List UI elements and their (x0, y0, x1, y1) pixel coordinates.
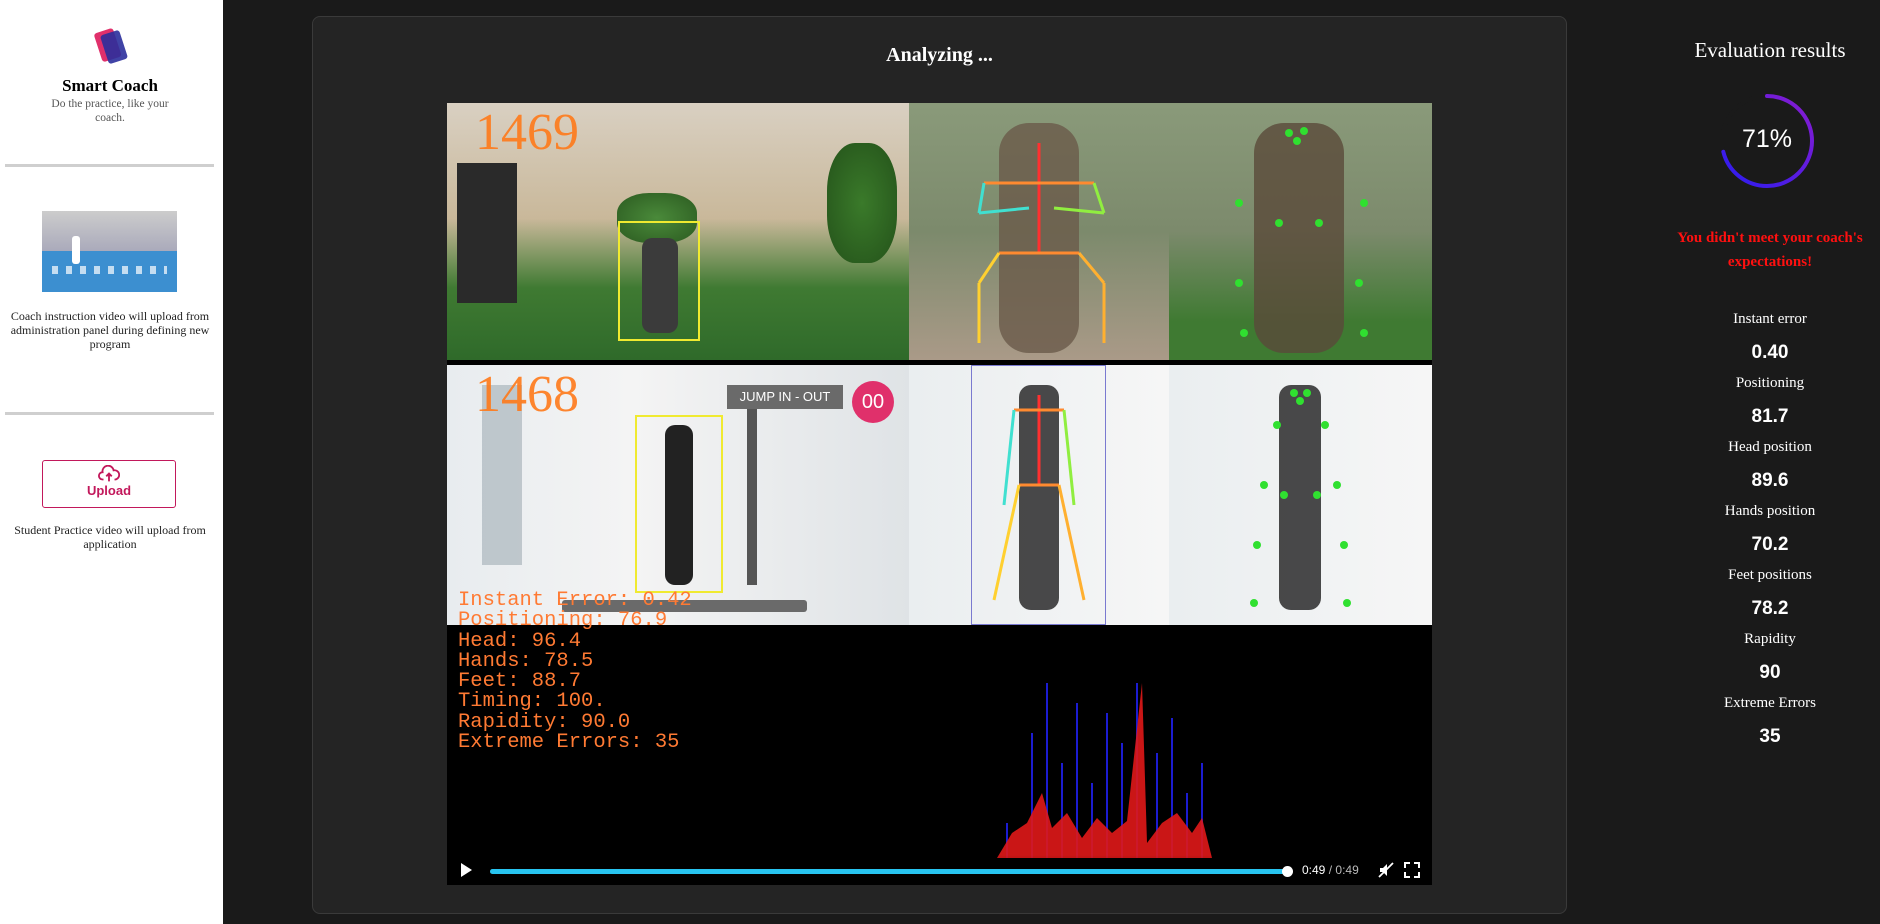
time-separator: / (1328, 863, 1333, 877)
time-display: 0:49 / 0:49 (1302, 863, 1359, 877)
results-title: Evaluation results (1694, 38, 1846, 62)
cloud-upload-icon (98, 465, 120, 482)
student-skeleton-frame (909, 365, 1169, 625)
metric-value: 35 (1759, 726, 1781, 747)
overlay-stat-line: Rapidity: 90.0 (458, 710, 631, 734)
fullscreen-icon[interactable] (1404, 862, 1420, 878)
student-frame-row: JUMP IN - OUT 00 1468 (447, 365, 1432, 625)
play-icon[interactable] (461, 863, 472, 877)
metric-value: 89.6 (1751, 470, 1789, 491)
overlay-stat-line: Instant Error: 0.42 (458, 589, 692, 612)
analysis-video-player[interactable]: 1469 JUMP IN - OUT 00 1468 Instant Error… (447, 103, 1432, 885)
progress-track[interactable] (490, 866, 1293, 877)
overlay-stat-line: Timing: 100. (458, 690, 606, 714)
frame-number: 1468 (475, 366, 579, 423)
student-video-caption: Student Practice video will upload from … (14, 523, 206, 551)
coach-skeleton-frame (909, 103, 1169, 360)
student-keypoint-frame (1169, 365, 1432, 625)
overlay-stats: Instant Error: 0.42 Positioning: 76.9 Head… (458, 589, 692, 755)
exercise-timer: 00 (852, 381, 894, 423)
analysis-title: Analyzing ... (886, 44, 993, 66)
analysis-panel: Analyzing ... 1469 JUMP IN - OUT 00 1468… (312, 16, 1567, 914)
evaluation-results: Evaluation results 71% You didn't meet y… (1640, 0, 1880, 924)
metric-label: Rapidity (1744, 631, 1796, 647)
duration: 0:49 (1335, 863, 1359, 877)
current-time: 0:49 (1302, 863, 1326, 877)
metric-value: 70.2 (1751, 534, 1789, 555)
overlay-stat-line: Positioning: 76.9 (458, 609, 668, 633)
metric-value: 81.7 (1751, 406, 1789, 427)
volume-muted-icon[interactable] (1378, 862, 1394, 878)
overlay-stat-line: Head: 96.4 (458, 629, 582, 653)
error-graph (997, 683, 1212, 858)
video-controls: 0:49 / 0:49 (447, 855, 1432, 885)
frame-number: 1469 (475, 104, 579, 161)
overlay-stat-line: Extreme Errors: 35 (458, 731, 680, 755)
progress-thumb[interactable] (1282, 866, 1293, 877)
smart-coach-logo-icon (94, 28, 128, 64)
metric-label: Positioning (1735, 375, 1805, 391)
metric-label: Hands position (1724, 503, 1816, 519)
coach-keypoint-frame (1169, 103, 1432, 360)
coach-frame-row: 1469 (447, 103, 1432, 360)
overlay-stat-line: Feet: 88.7 (458, 670, 582, 694)
coach-original-frame: 1469 (447, 103, 909, 360)
coach-video-thumbnail[interactable] (42, 211, 177, 292)
metric-label: Instant error (1733, 311, 1807, 327)
brand-name: Smart Coach (62, 76, 158, 95)
metric-label: Extreme Errors (1723, 695, 1817, 711)
metric-label: Head position (1728, 439, 1812, 455)
student-original-frame: JUMP IN - OUT 00 1468 (447, 365, 909, 625)
upload-button[interactable]: Upload (42, 460, 176, 508)
score-percent: 71% (1741, 125, 1793, 153)
sidebar-divider (5, 164, 214, 167)
brand-tagline: Do the practice, like your coach. (51, 98, 169, 124)
sidebar: Smart Coach Do the practice, like your c… (0, 0, 223, 924)
sidebar-divider (5, 412, 214, 415)
upload-label: Upload (86, 483, 132, 498)
overlay-stat-line: Hands: 78.5 (458, 649, 594, 673)
expectation-message: You didn't meet your coach's expectation… (1677, 230, 1863, 270)
metric-value: 0.40 (1751, 342, 1789, 363)
progress-fill (490, 869, 1287, 874)
metric-label: Feet positions (1728, 567, 1812, 583)
metric-value: 90 (1759, 662, 1781, 683)
metric-value: 78.2 (1751, 598, 1789, 619)
coach-video-caption: Coach instruction video will upload from… (10, 309, 210, 351)
exercise-badge: JUMP IN - OUT (727, 385, 843, 409)
